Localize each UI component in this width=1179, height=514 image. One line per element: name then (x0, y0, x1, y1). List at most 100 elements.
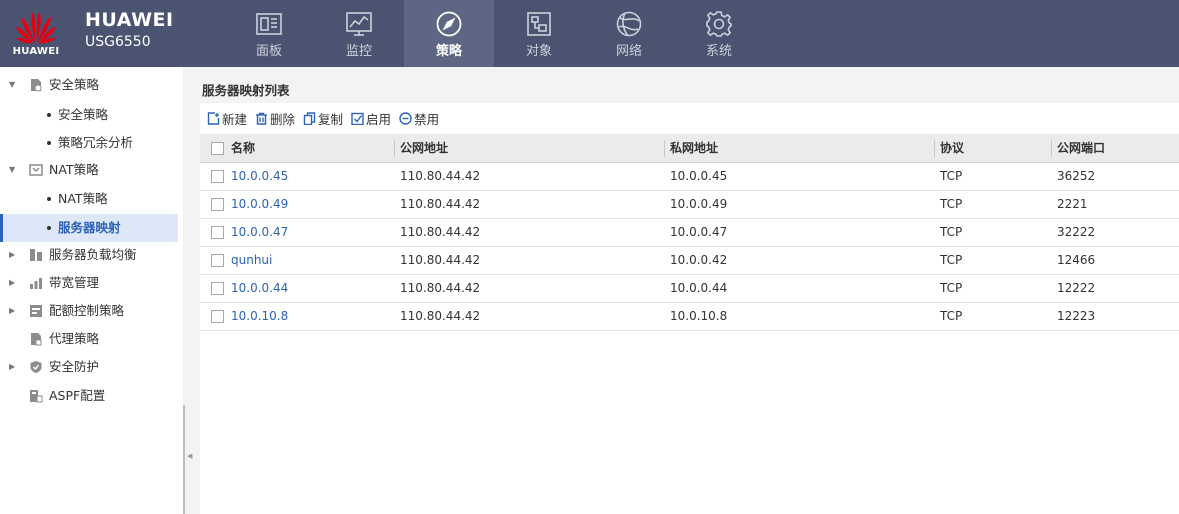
nav-monitor-label: 监控 (345, 44, 372, 59)
nav-policy[interactable]: 策略 (404, 0, 494, 67)
table-row[interactable]: 10.0.0.49 110.80.44.42 10.0.0.49 TCP 222… (200, 191, 1179, 219)
sidebar-item-security-protection[interactable]: ▶ 安全防护 (0, 353, 183, 381)
monitor-chart-icon (346, 12, 372, 36)
delete-button[interactable]: 删除 (255, 109, 295, 128)
row-checkbox[interactable] (211, 170, 224, 183)
column-divider[interactable] (664, 140, 665, 157)
toolbar: 新建 删除 复制 启用 禁用 (200, 103, 1179, 134)
table-row[interactable]: 10.0.0.45 110.80.44.42 10.0.0.45 TCP 362… (200, 163, 1179, 191)
public-ip-cell: 110.80.44.42 (400, 225, 481, 239)
nav-monitor[interactable]: 监控 (314, 0, 404, 67)
brand: HUAWEI USG6550 (85, 9, 174, 50)
sidebar-sub-security-policy[interactable]: 安全策略 (0, 101, 183, 129)
sidebar-item-security-policy[interactable]: ▼ 安全策略 (0, 71, 183, 99)
public-ip-cell: 110.80.44.42 (400, 197, 481, 211)
expanded-arrow-icon[interactable]: ▼ (9, 71, 17, 99)
mapping-name-link[interactable]: 10.0.0.47 (231, 219, 288, 247)
mapping-name-link[interactable]: qunhui (231, 247, 272, 275)
row-checkbox[interactable] (211, 310, 224, 323)
sidebar-item-label: 服务器负载均衡 (49, 247, 137, 262)
shield-icon (30, 361, 42, 373)
sidebar-sub-label: 策略冗余分析 (58, 135, 134, 150)
disable-button-label: 禁用 (414, 112, 440, 127)
column-header-private-ip[interactable]: 私网地址 (670, 134, 718, 163)
column-divider[interactable] (394, 140, 395, 157)
disable-button[interactable]: 禁用 (399, 109, 439, 128)
protocol-cell: TCP (940, 225, 963, 239)
collapsed-arrow-icon[interactable]: ▶ (9, 297, 17, 325)
public-ip-cell: 110.80.44.42 (400, 309, 481, 323)
row-checkbox[interactable] (211, 198, 224, 211)
aspf-icon (30, 390, 43, 403)
collapsed-arrow-icon[interactable]: ▶ (9, 269, 17, 297)
sidebar-item-label: 安全策略 (49, 77, 100, 92)
table-row[interactable]: 10.0.10.8 110.80.44.42 10.0.10.8 TCP 122… (200, 303, 1179, 331)
huawei-flower-icon (16, 12, 56, 44)
nav-system-label: 系统 (705, 44, 732, 59)
brand-name: HUAWEI (85, 9, 174, 31)
protocol-cell: TCP (940, 281, 963, 295)
column-header-protocol[interactable]: 协议 (940, 134, 964, 163)
public-port-cell: 2221 (1057, 197, 1088, 211)
sidebar-item-quota[interactable]: ▶ 配额控制策略 (0, 297, 183, 325)
nav-network[interactable]: 网络 (584, 0, 674, 67)
sidebar-item-bandwidth[interactable]: ▶ 带宽管理 (0, 269, 183, 297)
copy-button-label: 复制 (318, 112, 344, 127)
title-bar: 服务器映射列表 (200, 67, 1179, 103)
splitter-handle[interactable] (183, 405, 185, 514)
add-icon (207, 112, 220, 125)
sidebar-item-proxy[interactable]: 代理策略 (0, 325, 183, 353)
server-mapping-table: 名称 公网地址 私网地址 协议 公网端口 10.0.0.45 110.80.44… (200, 134, 1179, 331)
mapping-name-link[interactable]: 10.0.0.44 (231, 275, 288, 303)
column-divider[interactable] (1051, 140, 1052, 157)
table-row[interactable]: 10.0.0.44 110.80.44.42 10.0.0.44 TCP 122… (200, 275, 1179, 303)
bullet-dot (47, 197, 51, 201)
select-all-checkbox[interactable] (211, 142, 224, 155)
sidebar-sub-server-mapping[interactable]: 服务器映射 (0, 214, 178, 242)
proxy-icon (31, 333, 42, 346)
bullet-dot (47, 113, 51, 117)
logo-wordmark: HUAWEI (12, 46, 60, 57)
sidebar: ▼ 安全策略 安全策略 策略冗余分析 ▼ NAT策略 NAT策略 服务器映射 ▶… (0, 67, 183, 514)
table-row[interactable]: 10.0.0.47 110.80.44.42 10.0.0.47 TCP 322… (200, 219, 1179, 247)
public-ip-cell: 110.80.44.42 (400, 281, 481, 295)
sidebar-item-nat-policy[interactable]: ▼ NAT策略 (0, 156, 183, 184)
protocol-cell: TCP (940, 309, 963, 323)
sidebar-item-label: ASPF配置 (49, 388, 106, 403)
collapsed-arrow-icon[interactable]: ▶ (9, 241, 17, 269)
sidebar-item-server-lb[interactable]: ▶ 服务器负载均衡 (0, 241, 183, 269)
row-checkbox[interactable] (211, 282, 224, 295)
device-model: USG6550 (85, 34, 151, 50)
nav-object[interactable]: 对象 (494, 0, 584, 67)
new-button[interactable]: 新建 (207, 109, 247, 128)
column-header-name[interactable]: 名称 (231, 134, 255, 163)
collapse-arrow-icon[interactable]: ◀ (187, 452, 192, 460)
column-header-public-ip[interactable]: 公网地址 (400, 134, 448, 163)
nav-system[interactable]: 系统 (674, 0, 764, 67)
sidebar-item-label: 配额控制策略 (49, 303, 125, 318)
row-checkbox[interactable] (211, 226, 224, 239)
table-row[interactable]: qunhui 110.80.44.42 10.0.0.42 TCP 12466 (200, 247, 1179, 275)
sidebar-sub-nat-policy[interactable]: NAT策略 (0, 185, 183, 213)
copy-button[interactable]: 复制 (303, 109, 343, 128)
mapping-name-link[interactable]: 10.0.0.49 (231, 191, 288, 219)
bullet-dot (47, 226, 51, 230)
column-header-public-port[interactable]: 公网端口 (1057, 134, 1105, 163)
mapping-name-link[interactable]: 10.0.0.45 (231, 163, 288, 191)
nav-network-label: 网络 (615, 44, 642, 59)
huawei-logo[interactable]: HUAWEI (6, 8, 66, 64)
expanded-arrow-icon[interactable]: ▼ (9, 156, 17, 184)
top-header: HUAWEI HUAWEI USG6550 面板 监控 策略 对象 网络 系统 (0, 0, 1179, 67)
nav-dashboard[interactable]: 面板 (224, 0, 314, 67)
sidebar-sub-label: 服务器映射 (58, 220, 121, 235)
sidebar-item-aspf[interactable]: ASPF配置 (0, 382, 183, 410)
column-divider[interactable] (934, 140, 935, 157)
enable-button[interactable]: 启用 (351, 109, 391, 128)
compass-icon (436, 11, 462, 37)
row-checkbox[interactable] (211, 254, 224, 267)
sidebar-sub-policy-redundancy[interactable]: 策略冗余分析 (0, 129, 183, 157)
private-ip-cell: 10.0.0.47 (670, 225, 728, 239)
mapping-name-link[interactable]: 10.0.10.8 (231, 303, 288, 331)
collapsed-arrow-icon[interactable]: ▶ (9, 353, 17, 381)
sidebar-splitter[interactable]: ◀ (183, 67, 200, 514)
